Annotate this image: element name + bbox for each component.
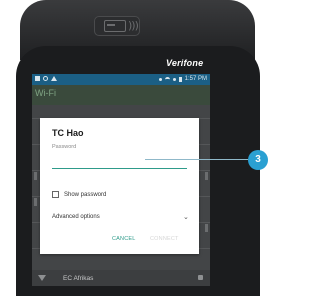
signal-icon: [158, 77, 162, 81]
callout-line: [145, 159, 248, 160]
chevron-down-icon[interactable]: ⌄: [183, 213, 189, 221]
bluetooth-icon: [172, 77, 176, 81]
wifi-icon: [38, 275, 46, 281]
advanced-options[interactable]: Advanced options: [52, 214, 100, 220]
sync-icon: [43, 76, 48, 81]
card-icon: [104, 20, 126, 32]
list-item-edge: [205, 172, 208, 180]
dialog-title: TC Hao: [52, 128, 84, 138]
wifi-status-icon: [164, 76, 170, 82]
warning-icon: [51, 76, 57, 81]
network-name: EC Afrikas: [63, 275, 94, 282]
app-title: Wi-Fi: [35, 88, 56, 98]
list-item-edge: [34, 198, 37, 206]
connect-button[interactable]: CONNECT: [150, 236, 179, 242]
lock-icon: [198, 275, 203, 280]
cancel-button[interactable]: CANCEL: [112, 236, 136, 242]
battery-icon: [178, 76, 182, 82]
password-input[interactable]: [52, 153, 187, 169]
list-item-network[interactable]: EC Afrikas: [32, 270, 210, 286]
status-time: 1:57 PM: [184, 76, 207, 82]
wifi-password-dialog: TC Hao Password Show password Advanced o…: [40, 118, 199, 254]
app-bar: [32, 85, 210, 105]
password-label: Password: [52, 144, 77, 150]
show-password-checkbox[interactable]: [52, 191, 59, 198]
show-password-label: Show password: [64, 191, 107, 198]
brand-logo: Verifone: [166, 58, 204, 68]
list-item-edge: [205, 224, 208, 232]
notification-icon: [35, 76, 40, 81]
status-bar: 1:57 PM: [32, 74, 210, 85]
status-icons-right: 1:57 PM: [158, 76, 207, 82]
show-password-toggle[interactable]: Show password: [52, 191, 106, 198]
status-icons-left: [35, 76, 57, 81]
contactless-icon: ))): [128, 19, 139, 32]
callout-badge: 3: [248, 150, 268, 170]
list-item-edge: [34, 172, 37, 180]
